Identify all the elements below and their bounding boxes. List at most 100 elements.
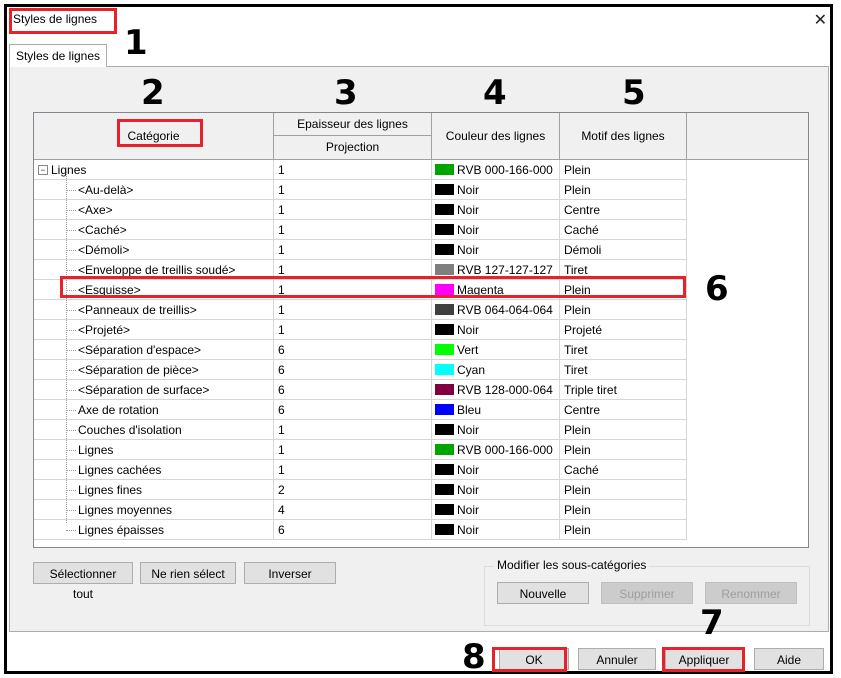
pattern-cell[interactable]: Plein: [560, 480, 687, 500]
pattern-cell[interactable]: Tiret: [560, 360, 687, 380]
pattern-cell[interactable]: Plein: [560, 300, 687, 320]
thickness-cell[interactable]: 6: [274, 400, 432, 420]
color-cell[interactable]: Noir: [432, 480, 560, 500]
pattern-cell[interactable]: Caché: [560, 460, 687, 480]
category-cell[interactable]: − Lignes: [34, 160, 274, 180]
color-cell[interactable]: Cyan: [432, 360, 560, 380]
rename-subcategory-button[interactable]: Renommer: [705, 582, 797, 604]
category-cell[interactable]: <Axe>: [34, 200, 274, 220]
thickness-cell[interactable]: 1: [274, 420, 432, 440]
cancel-button[interactable]: Annuler: [578, 648, 656, 670]
color-cell[interactable]: Noir: [432, 200, 560, 220]
thickness-cell[interactable]: 6: [274, 380, 432, 400]
color-cell[interactable]: Noir: [432, 240, 560, 260]
category-cell[interactable]: <Panneaux de treillis>: [34, 300, 274, 320]
tab-styles-de-lignes[interactable]: Styles de lignes: [9, 44, 107, 67]
color-cell[interactable]: Noir: [432, 320, 560, 340]
line-styles-table[interactable]: Catégorie Epaisseur des lignes Projectio…: [33, 112, 809, 548]
pattern-cell[interactable]: Plein: [560, 180, 687, 200]
column-header-thickness[interactable]: Epaisseur des lignes Projection: [274, 113, 432, 159]
help-button[interactable]: Aide: [754, 648, 824, 670]
thickness-cell[interactable]: 1: [274, 220, 432, 240]
thickness-cell[interactable]: 6: [274, 360, 432, 380]
table-row[interactable]: Lignes épaisses 6 Noir Plein: [34, 520, 689, 540]
thickness-cell[interactable]: 1: [274, 460, 432, 480]
pattern-cell[interactable]: Plein: [560, 440, 687, 460]
category-cell[interactable]: Lignes cachées: [34, 460, 274, 480]
pattern-cell[interactable]: Centre: [560, 200, 687, 220]
category-cell[interactable]: Axe de rotation: [34, 400, 274, 420]
table-row[interactable]: <Projeté> 1 Noir Projeté: [34, 320, 689, 340]
thickness-cell[interactable]: 1: [274, 320, 432, 340]
thickness-cell[interactable]: 1: [274, 180, 432, 200]
thickness-cell[interactable]: 1: [274, 300, 432, 320]
category-cell[interactable]: <Séparation de surface>: [34, 380, 274, 400]
select-all-button[interactable]: Sélectionner tout: [33, 562, 133, 601]
color-cell[interactable]: RVB 064-064-064: [432, 300, 560, 320]
delete-subcategory-button[interactable]: Supprimer: [601, 582, 693, 604]
category-cell[interactable]: <Caché>: [34, 220, 274, 240]
category-cell[interactable]: Couches d'isolation: [34, 420, 274, 440]
category-cell[interactable]: Lignes fines: [34, 480, 274, 500]
pattern-cell[interactable]: Projeté: [560, 320, 687, 340]
color-cell[interactable]: Noir: [432, 500, 560, 520]
category-cell[interactable]: <Au-delà>: [34, 180, 274, 200]
category-cell[interactable]: <Projeté>: [34, 320, 274, 340]
color-cell[interactable]: RVB 128-000-064: [432, 380, 560, 400]
color-cell[interactable]: Bleu: [432, 400, 560, 420]
table-row[interactable]: <Au-delà> 1 Noir Plein: [34, 180, 689, 200]
pattern-cell[interactable]: Caché: [560, 220, 687, 240]
color-cell[interactable]: Vert: [432, 340, 560, 360]
table-row[interactable]: <Panneaux de treillis> 1 RVB 064-064-064 Pl…: [34, 300, 689, 320]
category-cell[interactable]: Lignes épaisses: [34, 520, 274, 540]
thickness-cell[interactable]: 1: [274, 160, 432, 180]
color-cell[interactable]: Noir: [432, 220, 560, 240]
category-cell[interactable]: <Séparation d'espace>: [34, 340, 274, 360]
category-cell[interactable]: Lignes: [34, 440, 274, 460]
thickness-cell[interactable]: 1: [274, 200, 432, 220]
thickness-cell[interactable]: 1: [274, 440, 432, 460]
pattern-cell[interactable]: Centre: [560, 400, 687, 420]
thickness-cell[interactable]: 6: [274, 520, 432, 540]
invert-button[interactable]: Inverser: [244, 562, 336, 584]
column-header-pattern[interactable]: Motif des lignes: [560, 113, 687, 159]
table-row[interactable]: Lignes moyennes 4 Noir Plein: [34, 500, 689, 520]
table-row[interactable]: <Séparation de surface> 6 RVB 128-000-064 T…: [34, 380, 689, 400]
table-row[interactable]: Lignes fines 2 Noir Plein: [34, 480, 689, 500]
pattern-cell[interactable]: Triple tiret: [560, 380, 687, 400]
table-row[interactable]: <Caché> 1 Noir Caché: [34, 220, 689, 240]
close-icon[interactable]: ✕: [814, 10, 827, 30]
table-row[interactable]: Axe de rotation 6 Bleu Centre: [34, 400, 689, 420]
category-cell[interactable]: <Démoli>: [34, 240, 274, 260]
pattern-cell[interactable]: Tiret: [560, 340, 687, 360]
table-row[interactable]: Couches d'isolation 1 Noir Plein: [34, 420, 689, 440]
thickness-cell[interactable]: 1: [274, 240, 432, 260]
color-cell[interactable]: Noir: [432, 180, 560, 200]
table-row[interactable]: <Axe> 1 Noir Centre: [34, 200, 689, 220]
category-cell[interactable]: <Séparation de pièce>: [34, 360, 274, 380]
pattern-cell[interactable]: Plein: [560, 420, 687, 440]
pattern-cell[interactable]: Démoli: [560, 240, 687, 260]
color-cell[interactable]: Noir: [432, 520, 560, 540]
category-cell[interactable]: Lignes moyennes: [34, 500, 274, 520]
table-row[interactable]: <Séparation d'espace> 6 Vert Tiret: [34, 340, 689, 360]
color-cell[interactable]: Noir: [432, 420, 560, 440]
table-row[interactable]: <Démoli> 1 Noir Démoli: [34, 240, 689, 260]
thickness-cell[interactable]: 6: [274, 340, 432, 360]
table-row[interactable]: <Séparation de pièce> 6 Cyan Tiret: [34, 360, 689, 380]
thickness-cell[interactable]: 4: [274, 500, 432, 520]
thickness-cell[interactable]: 2: [274, 480, 432, 500]
new-subcategory-button[interactable]: Nouvelle: [497, 582, 589, 604]
color-cell[interactable]: RVB 000-166-000: [432, 160, 560, 180]
collapse-icon[interactable]: −: [38, 164, 48, 175]
pattern-cell[interactable]: Plein: [560, 520, 687, 540]
pattern-cell[interactable]: Plein: [560, 160, 687, 180]
select-none-button[interactable]: Ne rien sélect: [140, 562, 236, 584]
color-cell[interactable]: RVB 000-166-000: [432, 440, 560, 460]
table-row[interactable]: − Lignes 1 RVB 000-166-000 Plein: [34, 160, 689, 180]
color-cell[interactable]: Noir: [432, 460, 560, 480]
pattern-cell[interactable]: Plein: [560, 500, 687, 520]
column-header-color[interactable]: Couleur des lignes: [432, 113, 560, 159]
table-row[interactable]: Lignes 1 RVB 000-166-000 Plein: [34, 440, 689, 460]
table-row[interactable]: Lignes cachées 1 Noir Caché: [34, 460, 689, 480]
